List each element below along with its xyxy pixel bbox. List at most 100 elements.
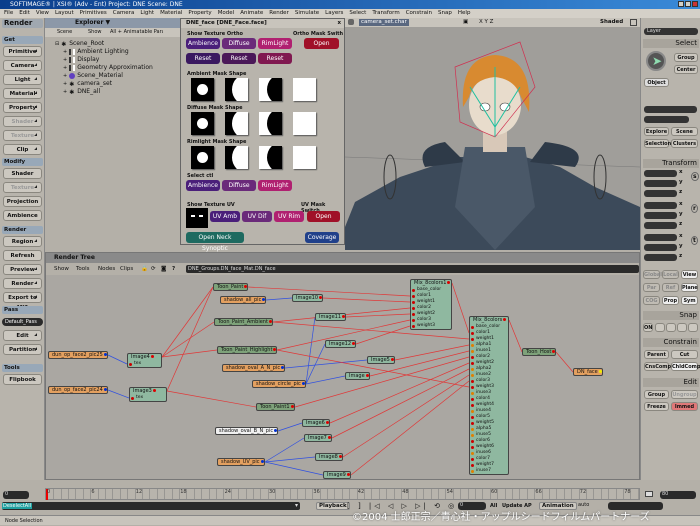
get-clip-button[interactable]: Clip — [3, 144, 42, 155]
display-mode-dropdown[interactable]: Shaded — [600, 18, 623, 27]
node-toon-paint-ambient[interactable]: Toon_Paint_Ambient — [214, 318, 273, 326]
ortho-diffuse-button[interactable]: Diffuse — [222, 38, 256, 49]
select-ambience-button[interactable]: Ambience — [186, 180, 220, 191]
selection-filter-field[interactable] — [644, 116, 689, 123]
output-port-icon[interactable] — [260, 460, 264, 463]
ambient-mask-shape-2[interactable] — [225, 78, 248, 101]
transform-r-x-field[interactable] — [644, 202, 677, 209]
render-tree-menu-tools[interactable]: Tools — [76, 263, 90, 275]
node-dun-op-face2-pic24[interactable]: dun_op_face2_pic24 — [48, 386, 108, 394]
ambient-mask-shape-4[interactable] — [293, 78, 316, 101]
group-button[interactable]: Group — [674, 53, 698, 62]
menu-layers[interactable]: Layers — [325, 9, 343, 18]
mode-sym-button[interactable]: Sym — [681, 296, 698, 305]
snap-point-icon[interactable] — [655, 323, 665, 332]
output-port-icon[interactable] — [103, 388, 107, 391]
output-port-icon[interactable] — [552, 350, 556, 353]
snap-surface-icon[interactable] — [677, 323, 687, 332]
transform-t-button[interactable]: t — [691, 236, 698, 245]
expand-icon[interactable]: + — [63, 49, 67, 55]
get-property-button[interactable]: Property — [3, 102, 42, 113]
output-port-icon[interactable] — [152, 389, 156, 392]
selection-button[interactable]: Selection — [644, 139, 671, 148]
transform-r-button[interactable]: r — [691, 204, 698, 213]
expand-icon[interactable]: + — [63, 81, 67, 87]
menu-snap[interactable]: Snap — [438, 9, 452, 18]
ambient-mask-shape-3[interactable] — [259, 78, 282, 101]
expand-icon[interactable]: + — [63, 57, 67, 63]
center-button[interactable]: Center — [674, 65, 698, 74]
modify-ambience-button[interactable]: Ambience — [3, 210, 42, 221]
ungroup-button[interactable]: Ungroup — [671, 390, 698, 399]
rimlight-mask-shape-2[interactable] — [225, 146, 248, 169]
menu-view[interactable]: View — [36, 9, 49, 18]
3d-viewport[interactable]: camera_set.char ▣ X Y Z Shaded — [345, 18, 640, 250]
output-port-icon[interactable] — [327, 436, 331, 439]
menu-property[interactable]: Property — [188, 9, 211, 18]
diffuse-mask-shape-3[interactable] — [259, 112, 282, 135]
pass-partition-button[interactable]: Partition — [3, 344, 42, 355]
diffuse-mask-shape-4[interactable] — [293, 112, 316, 135]
render-tree-menu-nodes[interactable]: Nodes — [98, 263, 115, 275]
output-port-icon[interactable] — [503, 318, 507, 321]
transform-s-y-field[interactable] — [644, 180, 677, 187]
output-port-icon[interactable] — [150, 355, 154, 358]
output-port-icon[interactable] — [342, 315, 346, 318]
open-neck-synoptic-button[interactable]: Open Neck Synoptic — [186, 232, 244, 252]
uv-uv-rim-button[interactable]: UV Rim — [274, 211, 304, 222]
get-shader-button[interactable]: Shader — [3, 116, 42, 127]
menu-primitives[interactable]: Primitives — [80, 9, 107, 18]
lock-icon[interactable]: 🔒 — [141, 263, 148, 275]
render-preview-button[interactable]: Preview — [3, 264, 42, 275]
ambient-mask-shape-1[interactable] — [191, 78, 214, 101]
end-frame-field[interactable]: 80 — [660, 491, 696, 499]
output-port-icon[interactable] — [365, 374, 369, 377]
mode-prop-button[interactable]: Prop — [662, 296, 679, 305]
transform-t-y-field[interactable] — [644, 244, 677, 251]
output-port-icon[interactable] — [244, 285, 248, 288]
output-port-icon[interactable] — [346, 473, 350, 476]
frame-icon[interactable]: ◙ — [161, 263, 166, 275]
output-port-icon[interactable] — [352, 342, 356, 345]
command-line[interactable]: DeselectAll ▾ — [2, 502, 300, 510]
mode-par-button[interactable]: Par — [643, 283, 660, 292]
menu-simulate[interactable]: Simulate — [295, 9, 319, 18]
input-port-weight3[interactable]: weight3 — [412, 323, 451, 329]
node-shadow-circle-pic[interactable]: shadow_circle_pic — [252, 380, 306, 388]
coverage-button[interactable]: Coverage — [305, 232, 339, 243]
modify-shader-button[interactable]: Shader — [3, 168, 42, 179]
output-port-icon[interactable] — [325, 421, 329, 424]
node-toon-paint1[interactable]: Toon_Paint1 — [256, 403, 295, 411]
collapse-icon[interactable]: ⊟ — [55, 41, 59, 47]
transform-t-x-field[interactable] — [644, 234, 677, 241]
output-port-icon[interactable] — [273, 348, 277, 351]
playback-button[interactable]: Playback — [316, 502, 350, 510]
select-diffuse-button[interactable]: Diffuse — [222, 180, 256, 191]
expand-icon[interactable]: + — [63, 89, 67, 95]
get-texture-button[interactable]: Texture — [3, 130, 42, 141]
node-shadow-oval-b-n-pic[interactable]: shadow_oval_B_N_pic — [215, 427, 279, 435]
range-icon[interactable] — [645, 491, 653, 497]
ortho-reset-button-2[interactable]: Reset — [222, 53, 256, 64]
node-mix-8colors[interactable]: Mix_8colors base_color color1 weight1 alpha1… — [469, 316, 509, 475]
snap-on-button[interactable]: ON — [643, 323, 653, 332]
camera-icon[interactable]: ▣ — [463, 18, 468, 27]
tree-item-display[interactable]: + Display — [63, 56, 99, 64]
layer-dropdown[interactable]: Layer — [644, 28, 698, 35]
select-arrow-tool[interactable]: ➤ — [646, 51, 666, 71]
get-camera-button[interactable]: Camera — [3, 60, 42, 71]
menu-layout[interactable]: Layout — [55, 9, 74, 18]
node-image4[interactable]: Image4 tex — [127, 353, 162, 368]
expand-icon[interactable]: + — [63, 73, 67, 79]
tree-item-ambient-lighting[interactable]: + Ambient Lighting — [63, 48, 129, 56]
filter-dropdown[interactable]: All + Animatable Parameters — [110, 28, 163, 37]
transform-t-z-field[interactable] — [644, 254, 677, 261]
node-mix-8colors1[interactable]: Mix_8colors1 base_color color1 weight1 color… — [410, 279, 452, 330]
scene-button[interactable]: Scene — [671, 127, 698, 136]
render-render-button[interactable]: Render — [3, 278, 42, 289]
render-export-to-mi2-button[interactable]: Export to MI2 — [3, 292, 42, 311]
node-toon-host[interactable]: Toon_Host — [522, 348, 557, 356]
mode-ref-button[interactable]: Ref — [662, 283, 679, 292]
node-shadow-all-pic[interactable]: shadow_all_pic — [220, 296, 267, 304]
transform-s-z-field[interactable] — [644, 190, 677, 197]
